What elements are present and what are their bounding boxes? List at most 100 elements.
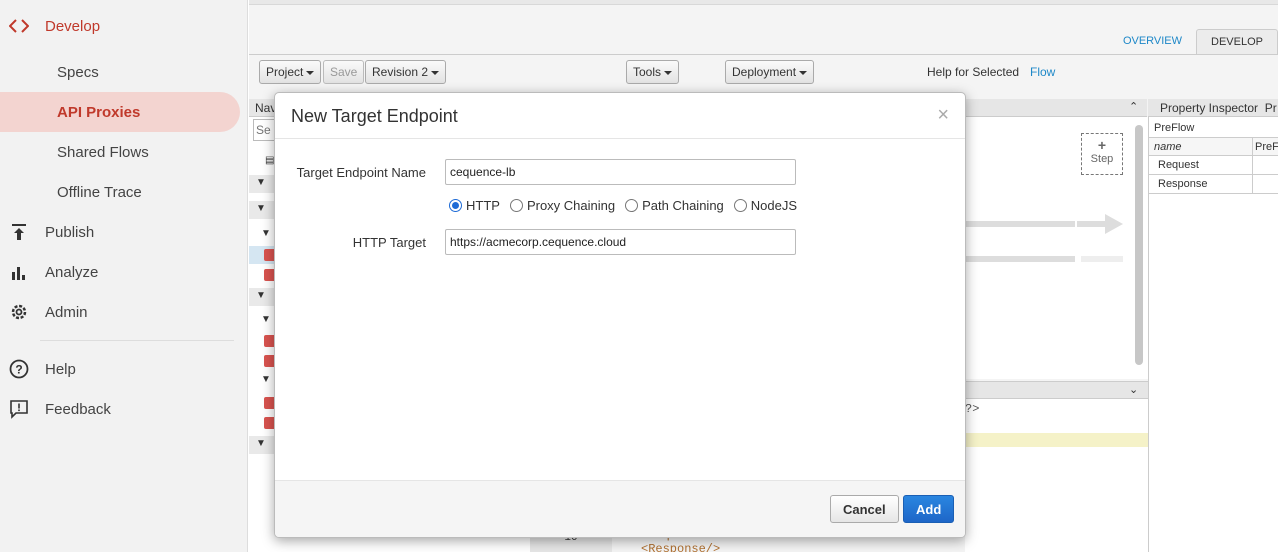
code-icon: [8, 15, 30, 37]
save-label: Save: [330, 65, 358, 79]
code-editor[interactable]: ?>: [965, 399, 1148, 552]
property-inspector-title-tail: Pr: [1264, 101, 1277, 115]
tree-toggle[interactable]: ▼: [261, 374, 271, 385]
prop-row-name: name PreF: [1149, 137, 1278, 156]
new-target-endpoint-dialog: New Target Endpoint × Target Endpoint Na…: [274, 92, 966, 538]
revision-dropdown[interactable]: Revision 2: [365, 60, 447, 84]
code-highlight-line: [965, 433, 1148, 447]
tree-toggle[interactable]: ▼: [261, 228, 271, 239]
nav-help[interactable]: ? Help: [0, 349, 248, 389]
nav-admin[interactable]: Admin: [0, 292, 248, 332]
property-inspector: PreFlow name PreF Request Response: [1148, 117, 1278, 552]
nav-analyze-label: Analyze: [45, 263, 99, 281]
radio-button[interactable]: [625, 199, 639, 212]
radio-label: Path Chaining: [642, 198, 724, 213]
preflow-label: PreFlow: [1154, 122, 1195, 134]
chevron-down-icon: [664, 70, 673, 75]
radio-button-checked[interactable]: [449, 199, 462, 212]
code-panel-header: ⌄: [965, 381, 1148, 399]
radio-proxy-chaining[interactable]: Proxy Chaining: [509, 198, 616, 213]
code-response-tag: <Response/>: [641, 542, 721, 552]
target-endpoint-name-input[interactable]: [445, 159, 796, 185]
add-step-button[interactable]: + Step: [1081, 133, 1123, 175]
sidebar-item-label: Offline Trace: [57, 183, 142, 201]
tree-toggle[interactable]: ▼: [261, 314, 271, 325]
collapse-icon[interactable]: ⌃: [1129, 100, 1138, 113]
property-inspector-header: Property Inspector Pr: [1148, 99, 1278, 117]
deployment-label: Deployment: [732, 65, 797, 79]
property-inspector-title: Property Inspector: [1160, 101, 1259, 115]
radio-http[interactable]: HTTP: [449, 198, 500, 213]
tabs-divider: [249, 54, 1278, 55]
sidebar: Develop Specs API Proxies Shared Flows O…: [0, 0, 248, 552]
add-button[interactable]: Add: [903, 495, 955, 523]
chevron-down-icon: [799, 70, 808, 75]
dialog-header: New Target Endpoint ×: [275, 93, 965, 139]
sidebar-item-label: Shared Flows: [57, 143, 149, 161]
dialog-footer: Cancel Add: [275, 480, 965, 537]
save-button[interactable]: Save: [323, 60, 365, 84]
flow-line: [965, 256, 1075, 262]
radio-nodejs[interactable]: NodeJS: [733, 198, 798, 213]
nav-feedback-label: Feedback: [45, 400, 111, 418]
radio-button[interactable]: [733, 199, 747, 212]
sidebar-item-label: Specs: [57, 63, 99, 81]
sidebar-item-offline-trace[interactable]: Offline Trace: [0, 172, 248, 212]
chevron-down-icon: [306, 70, 315, 75]
radio-label: Proxy Chaining: [526, 198, 616, 213]
nav-admin-label: Admin: [45, 303, 88, 321]
tools-label: Tools: [633, 65, 662, 79]
sidebar-item-label: API Proxies: [57, 103, 141, 121]
plus-icon: +: [1097, 137, 1107, 153]
help-flow-link[interactable]: Flow: [1030, 65, 1055, 79]
prop-row-request[interactable]: Request: [1149, 156, 1278, 175]
revision-label: Revision 2: [372, 65, 429, 79]
nav-feedback[interactable]: Feedback: [0, 389, 248, 429]
tab-develop[interactable]: DEVELOP: [1196, 29, 1278, 55]
nav-publish-label: Publish: [45, 223, 95, 241]
nav-develop[interactable]: Develop: [0, 6, 248, 46]
help-icon: ?: [8, 358, 30, 380]
dialog-title: New Target Endpoint: [291, 106, 458, 126]
view-tabs: OVERVIEW DEVELOP: [1109, 29, 1278, 55]
radio-button[interactable]: [509, 199, 523, 212]
flow-arrow-icon: [1077, 214, 1123, 234]
prop-row-response[interactable]: Response: [1149, 175, 1278, 194]
radio-path-chaining[interactable]: Path Chaining: [625, 198, 724, 213]
target-endpoint-name-label: Target Endpoint Name: [296, 165, 426, 180]
deployment-dropdown[interactable]: Deployment: [725, 60, 815, 84]
bar-chart-icon: [8, 261, 30, 283]
tab-overview[interactable]: OVERVIEW: [1109, 29, 1196, 55]
project-dropdown[interactable]: Project: [259, 60, 322, 84]
gear-icon: [8, 301, 30, 323]
step-label: Step: [1090, 153, 1114, 165]
code-snippet: ?>: [965, 402, 980, 416]
sidebar-item-specs[interactable]: Specs: [0, 52, 248, 92]
svg-text:?: ?: [15, 363, 22, 377]
flow-line: [965, 221, 1075, 227]
help-for-selected-label: Help for Selected: [927, 65, 1020, 79]
publish-icon: [8, 221, 30, 243]
close-icon[interactable]: ×: [937, 105, 949, 125]
sidebar-item-api-proxies[interactable]: API Proxies: [0, 92, 248, 132]
flow-scrollbar[interactable]: [1135, 125, 1143, 365]
flow-line: [1081, 256, 1123, 262]
nav-help-label: Help: [45, 360, 76, 378]
sidebar-item-shared-flows[interactable]: Shared Flows: [0, 132, 248, 172]
radio-label: NodeJS: [750, 198, 798, 213]
top-strip: [249, 0, 1278, 5]
sidebar-divider: [40, 340, 234, 341]
nav-develop-label: Develop: [45, 17, 101, 35]
http-target-label: HTTP Target: [352, 235, 426, 250]
chevron-down-icon: [431, 70, 440, 75]
feedback-icon: [8, 398, 30, 420]
tools-dropdown[interactable]: Tools: [626, 60, 680, 84]
expand-icon[interactable]: ⌄: [1129, 383, 1138, 396]
nav-analyze[interactable]: Analyze: [0, 252, 248, 292]
nav-publish[interactable]: Publish: [0, 212, 248, 252]
project-label: Project: [266, 65, 304, 79]
radio-label: HTTP: [466, 198, 500, 213]
cancel-button[interactable]: Cancel: [830, 495, 899, 523]
endpoint-type-radio-group: HTTP Proxy Chaining Path Chaining NodeJS: [449, 198, 807, 213]
http-target-input[interactable]: [445, 229, 796, 255]
